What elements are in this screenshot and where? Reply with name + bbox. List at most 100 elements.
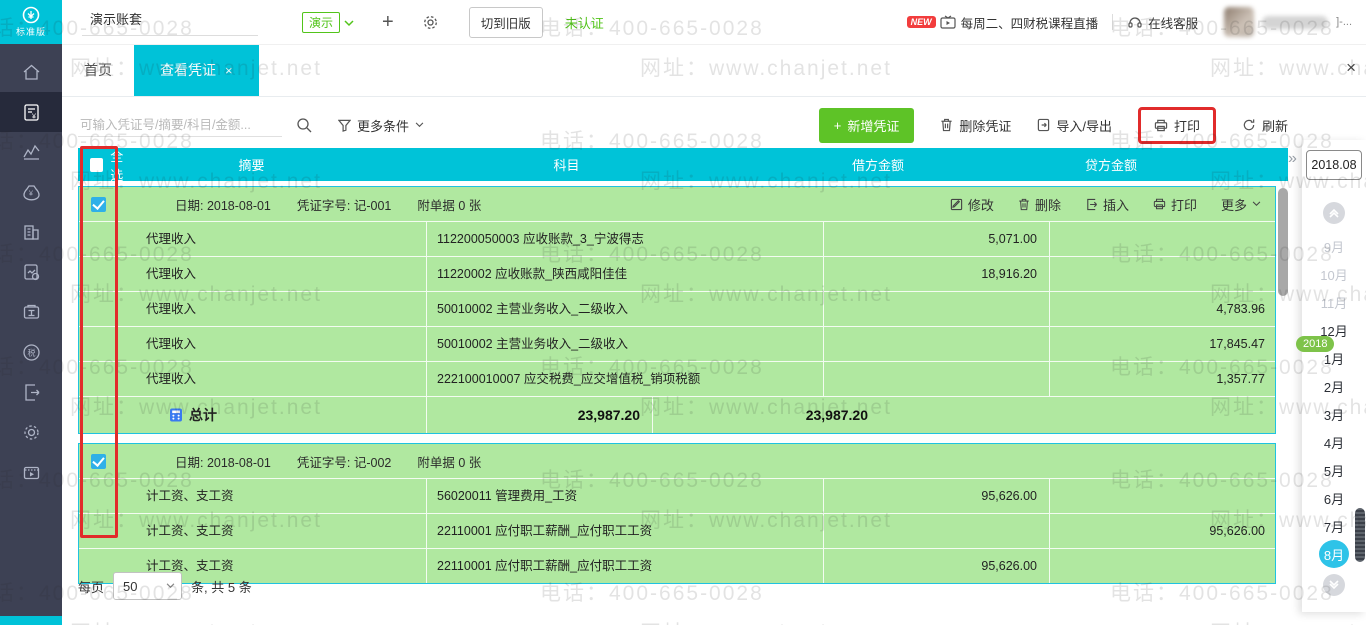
calculator-icon [170,408,182,422]
printer-icon [1153,198,1166,210]
voucher-checkbox[interactable] [91,453,106,469]
voucher-entry-row[interactable]: 代理收入 11220002 应收账款_陕西咸阳佳佳 18,916.20 [79,256,1275,291]
entry-debit [823,362,1049,396]
delete-row-button[interactable]: 删除 [1018,195,1061,214]
select-all-checkbox[interactable] [90,157,104,172]
search-icon[interactable] [296,117,312,133]
account-name[interactable]: 演示账套 [82,9,258,36]
fund-icon: ¥ [22,184,40,200]
switch-old-version-button[interactable]: 切到旧版 [468,6,543,38]
scroll-drag-handle[interactable] [1355,508,1365,562]
month-item-3月[interactable]: 3月 [1302,400,1366,428]
month-item-4月[interactable]: 4月 [1302,428,1366,456]
printer-icon [1154,119,1168,131]
voucher-toolbar: 更多条件 + 新增凭证 删除凭证 导入/导出 打印 [78,104,1288,146]
video-icon [23,466,39,479]
voucher-entry-row[interactable]: 计工资、支工资 22110001 应付职工薪酬_应付职工工资 95,626.00 [79,548,1275,583]
sidebar-item-statement[interactable] [0,252,62,292]
add-account-icon[interactable]: + [382,12,394,32]
sidebar-item-checkout[interactable] [0,372,62,412]
report-chart-icon [22,144,40,160]
month-item-2月[interactable]: 2月 [1302,372,1366,400]
plus-icon: + [833,117,842,133]
user-suffix: ]-... [1336,16,1352,28]
entry-credit [1049,222,1277,256]
sidebar-item-voucher[interactable]: ¥ [0,92,62,132]
month-item-8月[interactable]: 8月 [1319,540,1349,568]
more-filter-button[interactable]: 更多条件 [338,116,424,135]
entry-subject: 11220002 应收账款_陕西咸阳佳佳 [426,257,823,291]
settings-gear-icon[interactable] [422,14,439,31]
month-item-10月[interactable]: 10月 [1302,260,1366,288]
print-voucher-button[interactable]: 打印 [1153,195,1197,214]
print-annotation-box: 打印 [1137,106,1216,144]
sidebar-item-settings[interactable] [0,412,62,452]
import-export-button[interactable]: 导入/导出 [1037,116,1112,135]
entry-debit [823,327,1049,361]
current-period[interactable]: 2018.08 [1306,150,1362,180]
voucher-entry-row[interactable]: 代理收入 50010002 主营业务收入_二级收入 4,783.96 [79,291,1275,326]
voucher-date: 日期: 2018-08-01 [175,198,271,213]
voucher-header-row: 日期: 2018-08-01 凭证字号: 记-002 附单据 0 张 [79,444,1275,478]
checkout-icon [24,383,39,401]
sidebar-item-home[interactable] [0,52,62,92]
entry-subject: 56020011 管理费用_工资 [426,479,823,513]
month-item-11月[interactable]: 11月 [1302,288,1366,316]
sidebar-item-tax[interactable]: 税 [0,332,62,372]
edit-voucher-button[interactable]: 修改 [950,195,994,214]
voucher-checkbox[interactable] [91,196,106,212]
tab-home[interactable]: 首页 [62,44,134,96]
svg-text:¥: ¥ [29,190,33,197]
scroll-up-icon[interactable] [1323,202,1345,224]
edit-icon [950,198,963,210]
close-icon[interactable]: × [1346,58,1356,78]
insert-icon [1087,198,1097,210]
tab-view-voucher[interactable]: 查看凭证 × [134,44,259,96]
month-item-5月[interactable]: 5月 [1302,456,1366,484]
entry-credit: 17,845.47 [1049,327,1277,361]
voucher-entry-row[interactable]: 计工资、支工资 22110001 应付职工薪酬_应付职工工资 95,626.00 [79,513,1275,548]
entry-summary: 代理收入 [146,302,197,316]
month-item-9月[interactable]: 9月 [1302,232,1366,260]
chevron-down-icon[interactable] [344,15,354,30]
period-panel: 2018.08 9月 10月 11月 12月 1月 2月 3月 4月 5月 6月 7月 8月 2018 [1296,140,1366,612]
sidebar-item-cashier[interactable] [0,292,62,332]
entry-credit [1049,257,1277,291]
per-page-label: 每页 [78,579,105,595]
scroll-down-icon[interactable] [1323,574,1345,596]
tab-close-icon[interactable]: × [225,63,233,78]
sidebar-item-report[interactable] [0,132,62,172]
sidebar-item-video[interactable] [0,452,62,492]
sidebar-item-asset[interactable] [0,212,62,252]
entry-debit: 95,626.00 [823,479,1049,513]
page-size-select[interactable]: 50 [113,572,183,600]
online-service-link[interactable]: 在线客服 [1148,13,1198,32]
insert-voucher-button[interactable]: 插入 [1085,195,1129,214]
voucher-entry-row[interactable]: 代理收入 112200050003 应收账款_3_宁波得志 5,071.00 [79,221,1275,256]
voucher-entry-row[interactable]: 代理收入 222100010007 应交税费_应交增值税_销项税额 1,357.… [79,361,1275,396]
delete-voucher-button[interactable]: 删除凭证 [940,116,1011,135]
sidebar-footer[interactable] [0,616,62,625]
total-count-label: 条, 共 5 条 [191,579,252,595]
print-button[interactable]: 打印 [1154,116,1200,135]
col-header-summary: 摘要 [238,158,265,173]
live-course-link[interactable]: 每周二、四财税课程直播 [961,13,1099,32]
more-actions-button[interactable]: 更多 [1221,195,1261,214]
watermark-text: 网址：www.chanjet.net [1210,617,1366,625]
voucher-entry-row[interactable]: 计工资、支工资 56020011 管理费用_工资 95,626.00 [79,478,1275,513]
user-avatar[interactable] [1224,7,1255,37]
uncertified-status[interactable]: 未认证 [565,13,604,32]
refresh-button[interactable]: 刷新 [1242,116,1288,135]
table-scrollbar[interactable] [1278,188,1288,296]
topbar: 演示账套 演示 + 切到旧版 未认证 NEW 每周二、四财税课程直播 在线客服 … [62,0,1366,45]
collapse-panel-icon[interactable]: » [1288,150,1297,168]
entry-subject: 222100010007 应交税费_应交增值税_销项税额 [426,362,823,396]
entry-summary: 计工资、支工资 [146,489,234,503]
sidebar-item-fund[interactable]: ¥ [0,172,62,212]
voucher-number: 凭证字号: 记-001 [296,198,392,213]
search-input[interactable] [78,113,282,137]
col-header-subject: 科目 [553,158,580,173]
add-voucher-button[interactable]: + 新增凭证 [818,107,915,143]
col-header-debit: 借方金额 [851,158,904,173]
voucher-entry-row[interactable]: 代理收入 50010002 主营业务收入_二级收入 17,845.47 [79,326,1275,361]
